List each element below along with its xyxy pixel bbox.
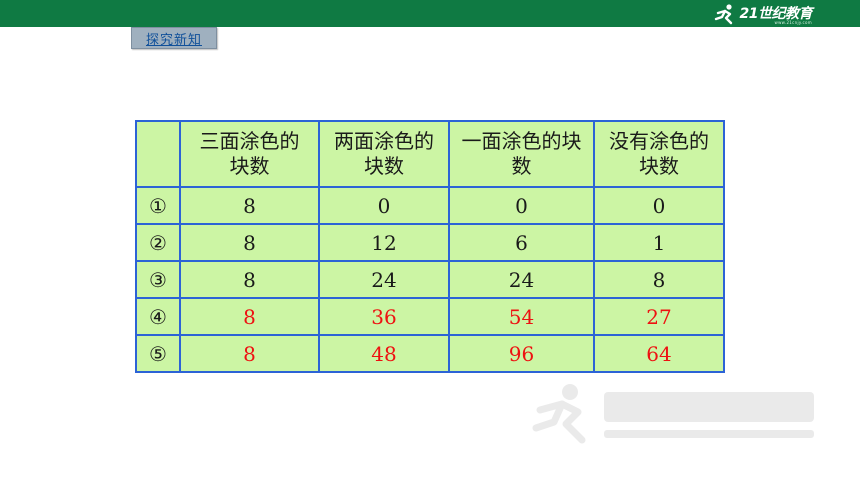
cell-three-faces: 8 (179, 334, 320, 373)
header-two-faces: 两面涂色的 块数 (318, 120, 450, 188)
cell-one-face: 6 (448, 223, 595, 262)
row-index: ⑤ (135, 334, 181, 373)
brand-logo: 21世纪教育 www.21cnjy.com (714, 3, 813, 25)
top-bar: 21世纪教育 www.21cnjy.com (0, 0, 860, 27)
row-index: ② (135, 223, 181, 262)
header-line: 三面涂色的 (199, 129, 300, 153)
brand-name: 21世纪教育 (739, 6, 813, 22)
table-header-row: 三面涂色的 块数 两面涂色的 块数 一面涂色的块 数 没有涂色的 块数 (135, 120, 725, 188)
row-index: ① (135, 186, 181, 225)
cell-three-faces: 8 (179, 186, 320, 225)
table-row: ③ 8 24 24 8 (135, 260, 725, 299)
runner-icon (714, 4, 732, 25)
header-line: 没有涂色的 (609, 129, 709, 153)
cell-one-face: 0 (448, 186, 595, 225)
cell-no-face: 8 (593, 260, 725, 299)
header-line: 两面涂色的 (334, 129, 434, 153)
brand-url: www.21cnjy.com (774, 20, 812, 25)
row-index: ③ (135, 260, 181, 299)
cell-no-face: 64 (593, 334, 725, 373)
cell-two-faces: 12 (318, 223, 450, 262)
cell-no-face: 27 (593, 297, 725, 336)
header-one-face: 一面涂色的块 数 (448, 120, 595, 188)
section-tag[interactable]: 探究新知 (131, 27, 217, 49)
table-row: ① 8 0 0 0 (135, 186, 725, 225)
cell-two-faces: 36 (318, 297, 450, 336)
cell-two-faces: 48 (318, 334, 450, 373)
table-row: ② 8 12 6 1 (135, 223, 725, 262)
cell-one-face: 24 (448, 260, 595, 299)
header-line: 一面涂色的块 (461, 129, 582, 153)
header-three-faces: 三面涂色的 块数 (179, 120, 320, 188)
cell-three-faces: 8 (179, 260, 320, 299)
cell-no-face: 1 (593, 223, 725, 262)
header-line: 块数 (364, 154, 404, 178)
watermark-logo (532, 384, 814, 444)
cell-three-faces: 8 (179, 297, 320, 336)
row-index: ④ (135, 297, 181, 336)
header-line: 数 (511, 154, 532, 178)
header-line: 块数 (639, 154, 679, 178)
table-row-highlighted: ④ 8 36 54 27 (135, 297, 725, 336)
cell-one-face: 54 (448, 297, 595, 336)
cell-one-face: 96 (448, 334, 595, 373)
cell-two-faces: 0 (318, 186, 450, 225)
cell-three-faces: 8 (179, 223, 320, 262)
cell-no-face: 0 (593, 186, 725, 225)
cube-paint-table: 三面涂色的 块数 两面涂色的 块数 一面涂色的块 数 没有涂色的 块数 ① 8 … (135, 120, 725, 373)
header-no-face: 没有涂色的 块数 (593, 120, 725, 188)
table-row-highlighted: ⑤ 8 48 96 64 (135, 334, 725, 373)
cell-two-faces: 24 (318, 260, 450, 299)
header-line: 块数 (229, 154, 270, 178)
header-corner-cell (135, 120, 181, 188)
